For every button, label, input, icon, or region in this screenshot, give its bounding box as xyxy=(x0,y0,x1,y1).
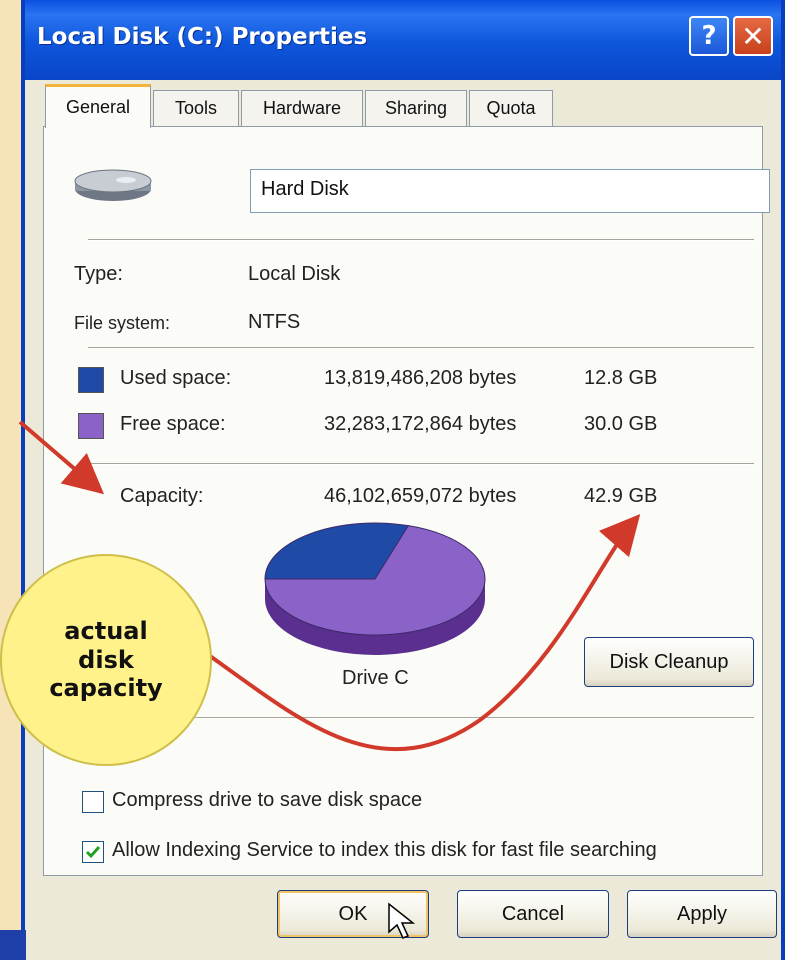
gb-pointer-arrow xyxy=(208,513,641,752)
tab-general-label: General xyxy=(65,97,131,117)
annotation-callout: actual disk capacity xyxy=(0,554,212,766)
tab-general[interactable]: General xyxy=(45,84,151,128)
capacity-pointer-arrow xyxy=(18,420,105,495)
annotation-arrows xyxy=(18,420,641,752)
callout-text: actual disk capacity xyxy=(49,616,163,703)
